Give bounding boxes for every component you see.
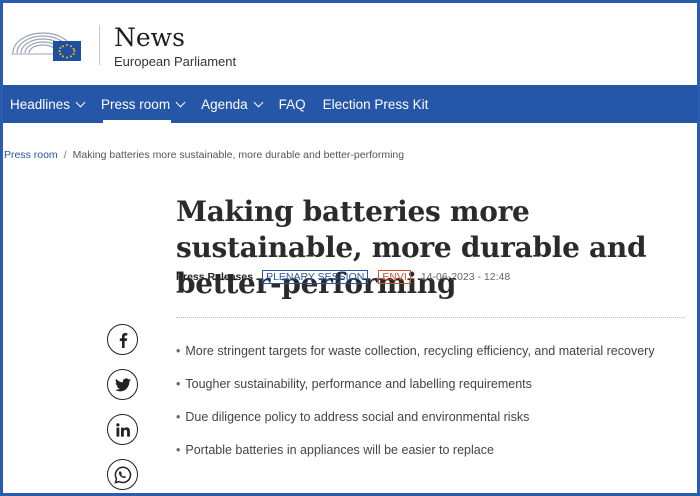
list-item: Portable batteries in appliances will be…	[176, 442, 655, 475]
linkedin-share-button[interactable]	[107, 414, 138, 445]
european-parliament-logo[interactable]	[9, 23, 83, 63]
header-divider	[99, 25, 100, 65]
meta-divider	[176, 317, 684, 318]
main-nav: Headlines Press room Agenda FAQ Election…	[3, 85, 697, 123]
twitter-icon	[114, 377, 131, 391]
active-nav-indicator	[103, 120, 171, 123]
chevron-down-icon	[253, 97, 264, 107]
nav-item-label: Press room	[101, 96, 171, 112]
page-frame: News European Parliament Headlines Press…	[3, 3, 697, 493]
nav-item-label: FAQ	[278, 96, 306, 112]
article-meta: Press Releases PLENARY SESSION ENVI 14-0…	[176, 270, 510, 284]
twitter-share-button[interactable]	[107, 369, 138, 400]
nav-item-press-room[interactable]: Press room	[94, 85, 194, 123]
nav-item-agenda[interactable]: Agenda	[194, 85, 272, 123]
tag-plenary-session[interactable]: PLENARY SESSION	[262, 270, 369, 284]
list-item: More stringent targets for waste collect…	[176, 343, 654, 376]
facebook-share-button[interactable]	[107, 324, 138, 355]
nav-item-label: Agenda	[201, 96, 248, 112]
breadcrumb-current: Making batteries more sustainable, more …	[72, 149, 405, 161]
nav-item-label: Election Press Kit	[322, 96, 429, 112]
nav-item-election-press-kit[interactable]: Election Press Kit	[316, 85, 439, 123]
article-category[interactable]: Press Releases	[176, 271, 253, 283]
site-header: News European Parliament	[3, 3, 697, 85]
chevron-down-icon	[75, 97, 86, 107]
linkedin-icon	[115, 422, 130, 437]
breadcrumb: Press room / Making batteries more sustain…	[4, 149, 404, 161]
article-highlights: More stringent targets for waste collect…	[176, 343, 655, 475]
nav-item-headlines[interactable]: Headlines	[3, 85, 94, 123]
article-date: 14-06-2023 - 12:48	[420, 271, 511, 283]
site-subtitle: European Parliament	[114, 54, 237, 69]
nav-item-faq[interactable]: FAQ	[272, 85, 316, 123]
breadcrumb-link-press-room[interactable]: Press room	[4, 149, 58, 161]
whatsapp-share-button[interactable]	[107, 459, 138, 490]
facebook-icon	[119, 332, 127, 348]
nav-item-label: Headlines	[10, 96, 71, 112]
whatsapp-icon	[113, 466, 131, 484]
list-item: Due diligence policy to address social a…	[176, 409, 655, 442]
chevron-down-icon	[175, 97, 186, 107]
list-item: Tougher sustainability, performance and …	[176, 376, 655, 409]
breadcrumb-separator: /	[63, 149, 67, 161]
article-title: Making batteries more sustainable, more …	[176, 195, 647, 300]
site-title[interactable]: News	[114, 23, 185, 52]
tag-envi[interactable]: ENVI	[378, 270, 411, 284]
